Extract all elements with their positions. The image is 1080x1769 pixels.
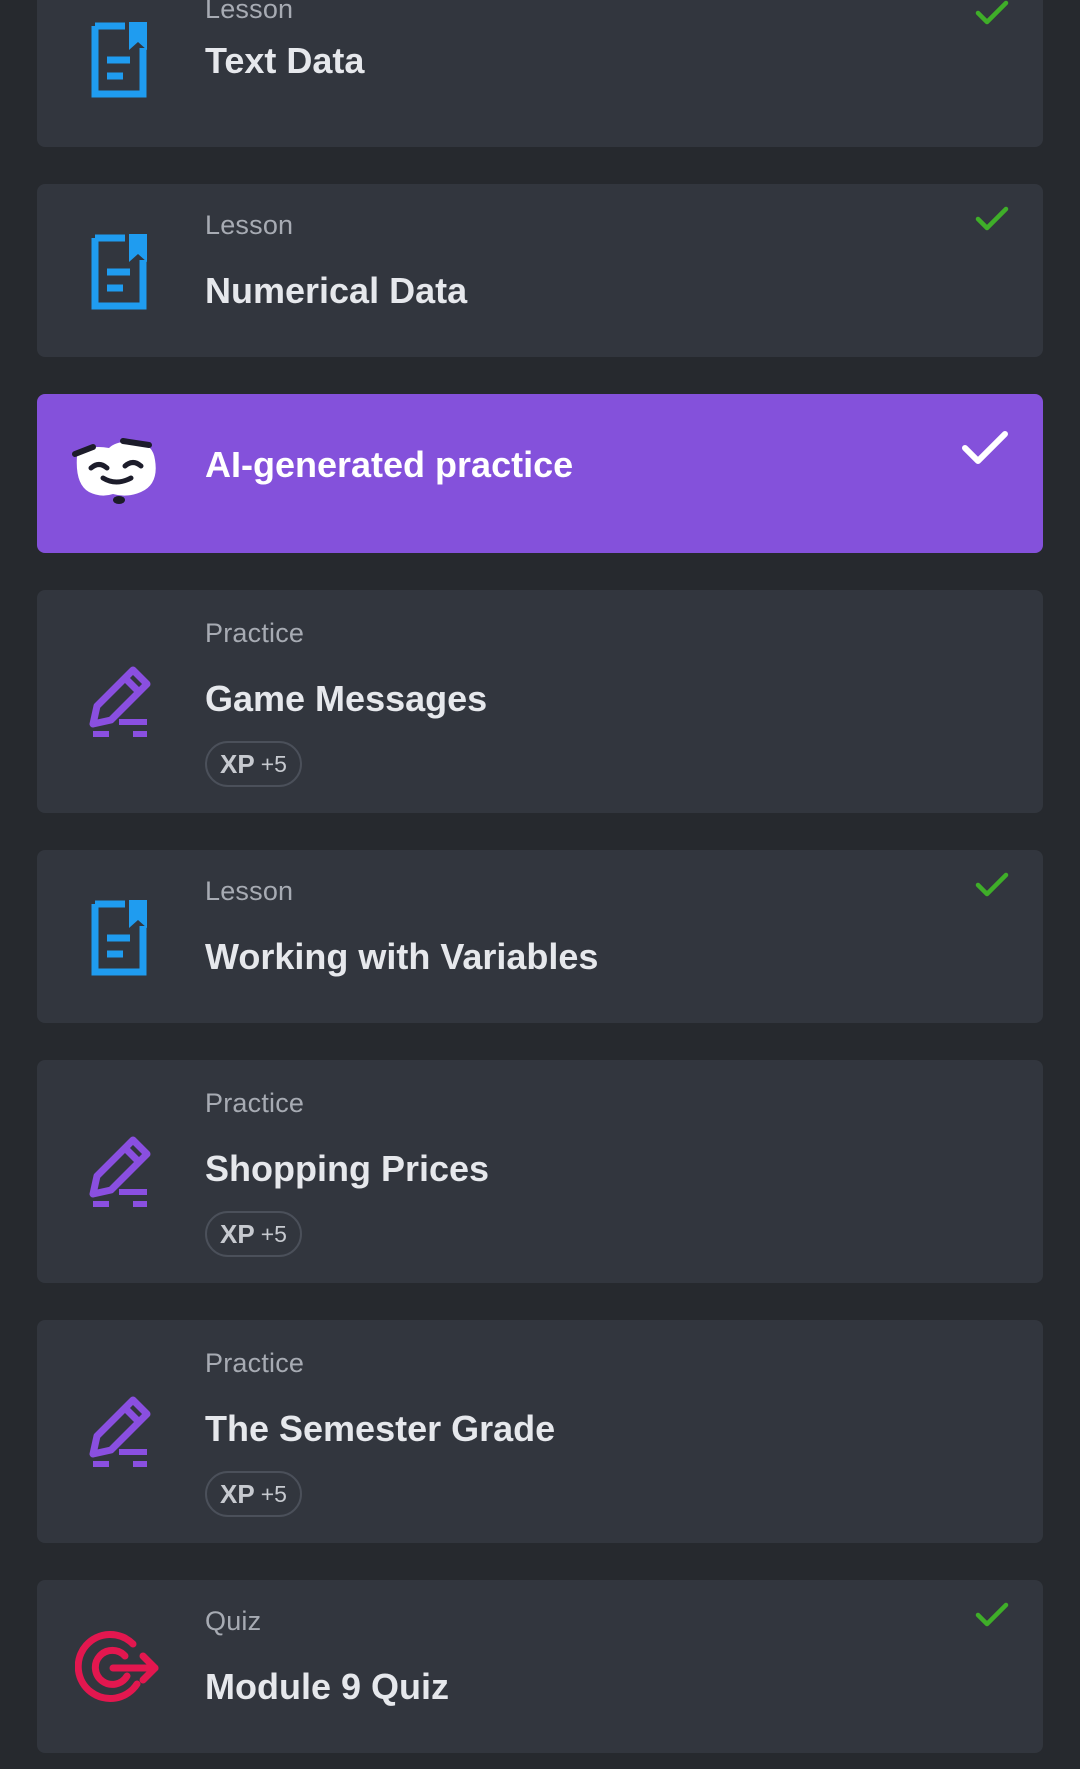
xp-badge: XP +5 (205, 1211, 302, 1257)
item-title: Numerical Data (205, 270, 468, 311)
item-type-label: Lesson (205, 210, 294, 240)
item-type-label: Lesson (205, 876, 294, 906)
item-type-label: Lesson (205, 0, 294, 24)
practice-card-shopping-prices[interactable]: Practice Shopping Prices XP +5 (37, 1060, 1043, 1283)
course-item-list: Lesson Text Data Lesson Numerical Data A… (0, 0, 1080, 1769)
completed-check-icon (975, 872, 1009, 898)
item-title: Module 9 Quiz (205, 1666, 450, 1707)
quiz-card-module-9[interactable]: Quiz Module 9 Quiz (37, 1580, 1043, 1753)
item-type-label: Practice (205, 1348, 305, 1378)
lesson-bookmark-icon (85, 232, 165, 312)
xp-label: XP (220, 1478, 255, 1509)
lesson-card-working-with-variables[interactable]: Lesson Working with Variables (37, 850, 1043, 1023)
practice-card-semester-grade[interactable]: Practice The Semester Grade XP +5 (37, 1320, 1043, 1543)
completed-check-icon (975, 0, 1009, 26)
item-type-label: Practice (205, 1088, 305, 1118)
item-type-label: Quiz (205, 1606, 262, 1636)
xp-label: XP (220, 1218, 255, 1249)
xp-badge: XP +5 (205, 741, 302, 787)
ai-practice-card[interactable]: AI-generated practice (37, 394, 1043, 553)
xp-value: +5 (260, 1480, 287, 1507)
practice-pencil-icon (85, 662, 165, 742)
xp-badge: XP +5 (205, 1471, 302, 1517)
item-title: Game Messages (205, 678, 488, 719)
item-type-label: Practice (205, 618, 305, 648)
item-title: AI-generated practice (205, 444, 574, 485)
item-title: Shopping Prices (205, 1148, 490, 1189)
xp-value: +5 (260, 1220, 287, 1247)
lesson-card-numerical-data[interactable]: Lesson Numerical Data (37, 184, 1043, 357)
item-title: Working with Variables (205, 936, 599, 977)
lesson-bookmark-icon (85, 20, 165, 100)
completed-check-icon (961, 430, 1009, 466)
lesson-bookmark-icon (85, 898, 165, 978)
practice-pencil-icon (85, 1132, 165, 1212)
practice-pencil-icon (85, 1392, 165, 1472)
practice-card-game-messages[interactable]: Practice Game Messages XP +5 (37, 590, 1043, 813)
xp-label: XP (220, 748, 255, 779)
completed-check-icon (975, 206, 1009, 232)
item-title: The Semester Grade (205, 1408, 556, 1449)
lesson-card-text-data[interactable]: Lesson Text Data (37, 0, 1043, 147)
ai-mascot-icon (71, 434, 161, 514)
quiz-target-icon (75, 1628, 165, 1708)
completed-check-icon (975, 1602, 1009, 1628)
item-title: Text Data (205, 40, 365, 81)
xp-value: +5 (260, 750, 287, 777)
